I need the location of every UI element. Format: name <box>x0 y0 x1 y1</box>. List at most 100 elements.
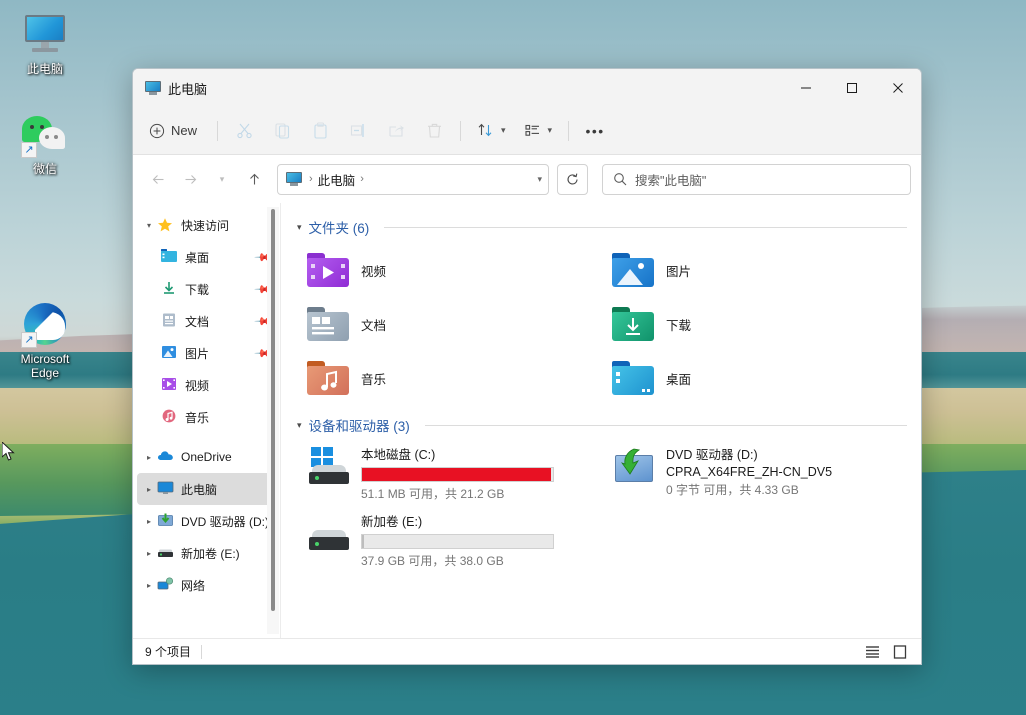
forward-button[interactable] <box>175 164 205 194</box>
status-divider <box>201 645 202 659</box>
address-dropdown-icon[interactable]: ▾ <box>537 174 542 185</box>
dvd-drive-icon <box>612 447 656 487</box>
microsoft-edge-icon: ↗ <box>21 300 69 348</box>
command-toolbar[interactable]: New <box>133 107 921 155</box>
desktop-icon-label-2: Edge <box>4 366 86 380</box>
address-bar[interactable]: › 此电脑 › ▾ <box>277 164 549 195</box>
tab-title: 此电脑 <box>168 79 207 98</box>
chevron-right-icon[interactable]: ▸ <box>141 581 157 590</box>
status-bar[interactable]: 9 个项目 <box>133 638 921 664</box>
chevron-down-icon[interactable]: ▾ <box>297 222 302 233</box>
star-icon <box>157 217 175 233</box>
chevron-down-icon[interactable]: ▾ <box>141 221 157 230</box>
sort-button[interactable]: ▾ <box>469 115 514 147</box>
sidebar-scrollbar[interactable] <box>267 207 279 634</box>
folder-item-downloads[interactable]: 下载 <box>602 297 907 351</box>
maximize-button[interactable] <box>829 69 875 107</box>
delete-button[interactable] <box>416 115 452 147</box>
folder-item-desktop[interactable]: 桌面 <box>602 351 907 405</box>
group-divider <box>425 425 907 426</box>
sidebar-item-documents[interactable]: 文档 📌 <box>137 305 276 337</box>
drive-name: DVD 驱动器 (D:) <box>666 447 907 464</box>
file-explorer-window[interactable]: 此电脑 New <box>132 68 922 665</box>
sidebar-item-pictures[interactable]: 图片 📌 <box>137 337 276 369</box>
drive-item-new-volume-e[interactable]: 新加卷 (E:) 37.9 GB 可用，共 38.0 GB <box>297 508 602 575</box>
breadcrumb-item-this-pc[interactable]: 此电脑 <box>318 170 356 189</box>
copy-button[interactable] <box>264 115 300 147</box>
new-button[interactable]: New <box>141 115 209 147</box>
sidebar-item-videos[interactable]: 视频 <box>137 369 276 401</box>
drive-item-local-disk-c[interactable]: 本地磁盘 (C:) 51.1 MB 可用，共 21.2 GB <box>297 441 602 508</box>
sidebar-item-new-volume[interactable]: ▸ 新加卷 (E:) <box>137 537 276 569</box>
chevron-down-icon[interactable]: ▾ <box>297 420 302 431</box>
drive-item-dvd-d[interactable]: DVD 驱动器 (D:) CPRA_X64FRE_ZH-CN_DV5 0 字节 … <box>602 441 907 508</box>
sidebar-item-onedrive[interactable]: ▸ OneDrive <box>137 441 276 473</box>
arrow-left-icon <box>151 172 166 187</box>
sidebar-item-network[interactable]: ▸ 网络 <box>137 569 276 601</box>
drive-free-space: 0 字节 可用，共 4.33 GB <box>666 481 907 498</box>
folder-label: 下载 <box>666 315 691 334</box>
drive-name: 本地磁盘 (C:) <box>361 447 602 464</box>
title-bar[interactable]: 此电脑 <box>133 69 921 107</box>
sidebar-item-desktop[interactable]: 桌面 📌 <box>137 241 276 273</box>
item-count: 9 个项目 <box>145 643 191 660</box>
desktop-icon-microsoft-edge[interactable]: ↗ Microsoft Edge <box>4 300 86 380</box>
recent-locations-button[interactable]: ▾ <box>207 164 237 194</box>
folder-label: 音乐 <box>361 369 386 388</box>
chevron-right-icon[interactable]: ▸ <box>141 549 157 558</box>
drive-usage-fill <box>362 535 364 548</box>
navigation-pane[interactable]: ▾ 快速访问 桌面 📌 <box>133 203 281 638</box>
windows-drive-icon <box>307 447 351 487</box>
drive-free-space: 51.1 MB 可用，共 21.2 GB <box>361 485 602 502</box>
folder-item-music[interactable]: 音乐 <box>297 351 602 405</box>
rename-button[interactable] <box>340 115 376 147</box>
desktop-icon-this-pc[interactable]: 此电脑 <box>4 10 86 76</box>
sidebar-item-music[interactable]: 音乐 <box>137 401 276 433</box>
folders-grid[interactable]: 视频 图片 <box>297 243 907 405</box>
refresh-button[interactable] <box>557 164 588 195</box>
view-button[interactable]: ▾ <box>516 115 561 147</box>
close-button[interactable] <box>875 69 921 107</box>
folder-item-documents[interactable]: 文档 <box>297 297 602 351</box>
explorer-body: ▾ 快速访问 桌面 📌 <box>133 203 921 638</box>
chevron-right-icon[interactable]: ▸ <box>141 453 157 462</box>
drives-grid[interactable]: 本地磁盘 (C:) 51.1 MB 可用，共 21.2 GB <box>297 441 907 575</box>
explorer-tab-this-pc[interactable]: 此电脑 <box>133 69 219 107</box>
folder-item-pictures[interactable]: 图片 <box>602 243 907 297</box>
sidebar-item-quick-access[interactable]: ▾ 快速访问 <box>137 209 276 241</box>
trash-icon <box>426 122 443 139</box>
sidebar-item-downloads[interactable]: 下载 📌 <box>137 273 276 305</box>
chevron-right-icon[interactable]: ▸ <box>141 517 157 526</box>
sidebar-item-this-pc[interactable]: ▸ 此电脑 <box>137 473 276 505</box>
paste-button[interactable] <box>302 115 338 147</box>
minimize-button[interactable] <box>783 69 829 107</box>
sidebar-item-dvd-drive[interactable]: ▸ DVD 驱动器 (D:) <box>137 505 276 537</box>
cut-button[interactable] <box>226 115 262 147</box>
up-button[interactable] <box>239 164 269 194</box>
hard-drive-icon <box>157 545 175 561</box>
folders-group-header[interactable]: ▾ 文件夹 (6) <box>297 217 907 237</box>
back-button[interactable] <box>143 164 173 194</box>
navigation-tree[interactable]: ▾ 快速访问 桌面 📌 <box>133 203 280 638</box>
sidebar-label: 此电脑 <box>181 481 217 498</box>
documents-folder-icon <box>161 313 179 329</box>
share-button[interactable] <box>378 115 414 147</box>
window-controls[interactable] <box>783 69 921 107</box>
sidebar-scrollbar-thumb[interactable] <box>271 209 275 611</box>
more-options-button[interactable]: ••• <box>577 115 613 147</box>
folder-item-videos[interactable]: 视频 <box>297 243 602 297</box>
share-icon <box>388 122 405 139</box>
desktop[interactable]: 此电脑 ↗ 微信 ↗ Microsoft Edge <box>0 0 1026 715</box>
desktop-icon-wechat[interactable]: ↗ 微信 <box>4 110 86 176</box>
chevron-right-icon[interactable]: ▸ <box>141 485 157 494</box>
list-view-icon[interactable] <box>861 642 883 662</box>
onedrive-cloud-icon <box>157 449 175 465</box>
search-box[interactable]: 搜索"此电脑" <box>602 164 911 195</box>
details-view-icon[interactable] <box>889 642 911 662</box>
plus-circle-icon <box>149 123 165 139</box>
downloads-folder-icon <box>612 307 654 341</box>
navigation-bar[interactable]: ▾ › 此电脑 › ▾ <box>133 155 921 203</box>
drives-group-header[interactable]: ▾ 设备和驱动器 (3) <box>297 415 907 435</box>
file-list-pane[interactable]: ▾ 文件夹 (6) <box>281 203 921 638</box>
search-input[interactable]: 搜索"此电脑" <box>635 170 706 189</box>
